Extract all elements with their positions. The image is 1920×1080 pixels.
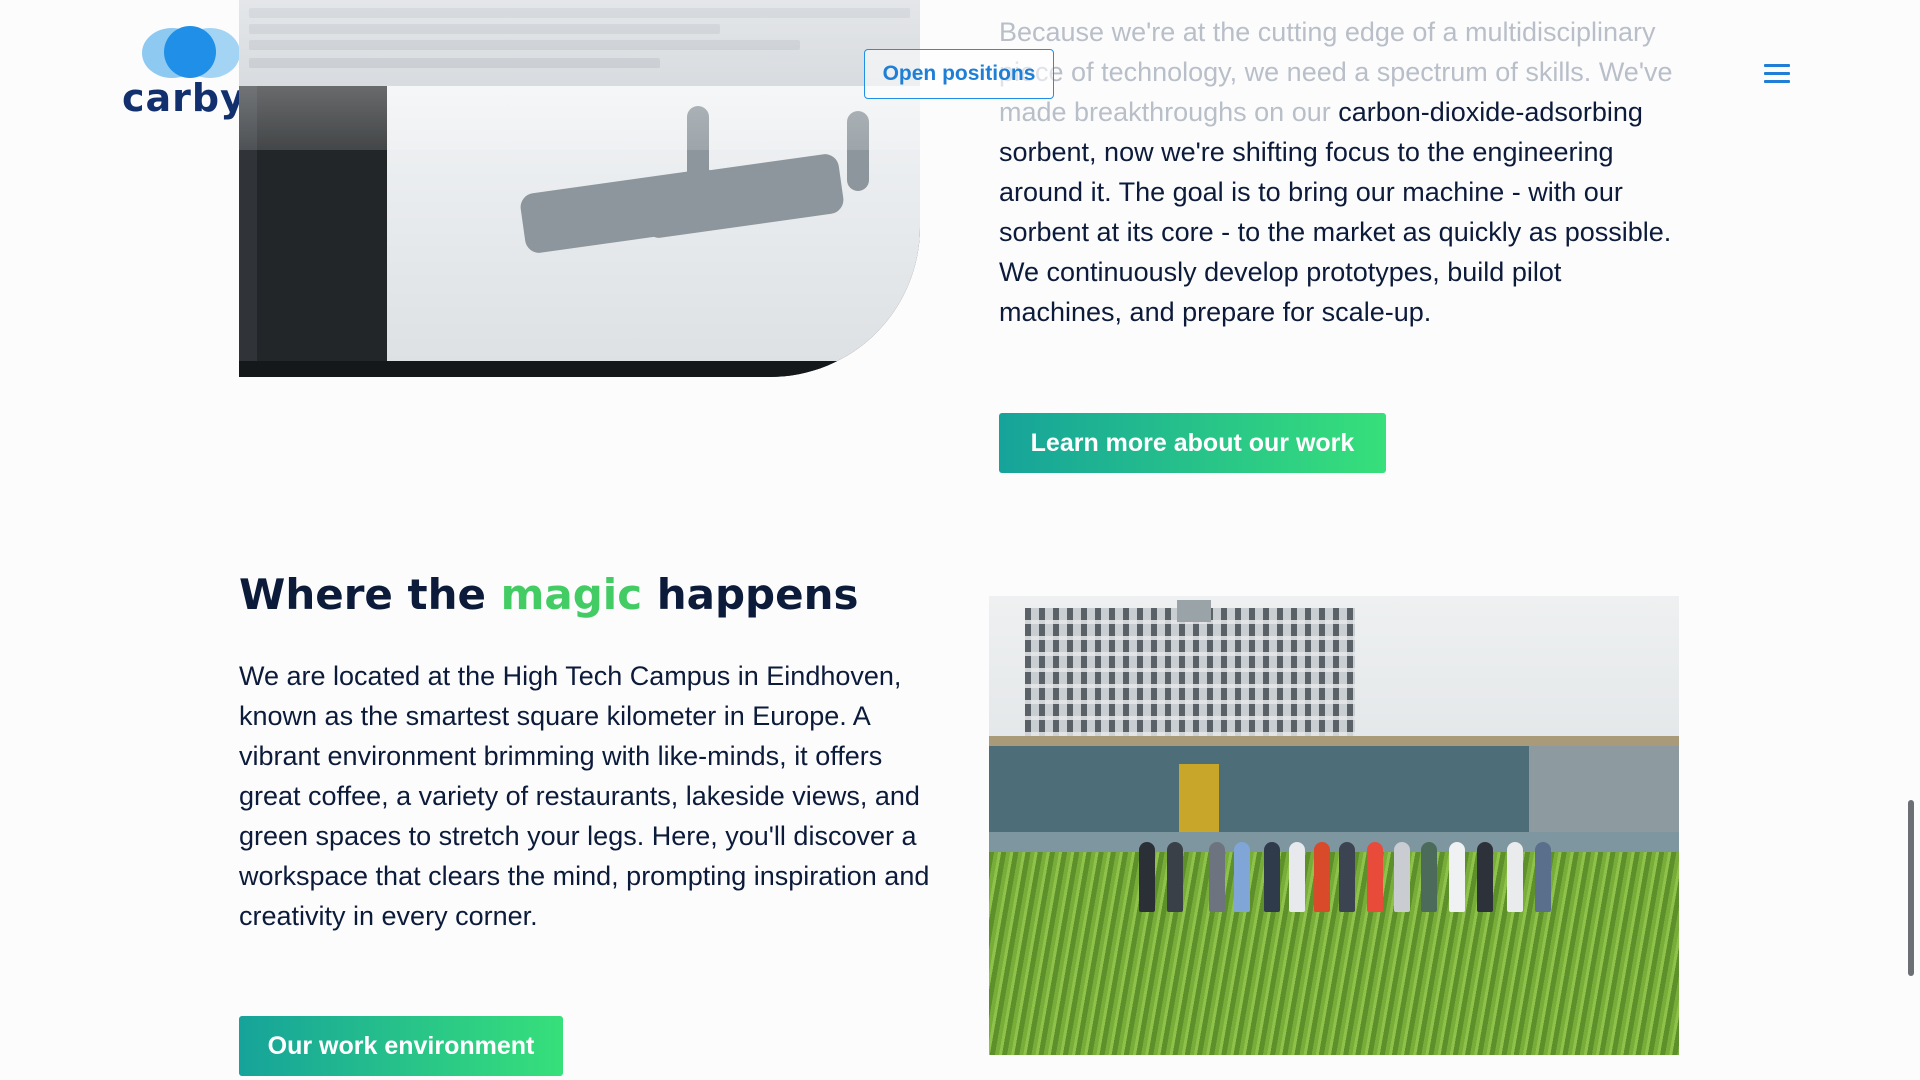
learn-more-button[interactable]: Learn more about our work <box>999 413 1386 473</box>
open-positions-button[interactable]: Open positions <box>864 49 1054 99</box>
section-title: Where the magic happens <box>239 570 858 619</box>
work-description: Because we're at the cutting edge of a m… <box>999 12 1689 332</box>
work-text-main: carbon-dioxide-adsorbing sorbent, now we… <box>999 97 1672 327</box>
page-scrollbar[interactable] <box>1908 800 1914 976</box>
cad-software-image <box>239 0 920 377</box>
work-environment-button[interactable]: Our work environment <box>239 1016 563 1076</box>
hamburger-menu-icon[interactable] <box>1764 64 1790 84</box>
campus-photo <box>989 596 1679 1055</box>
title-part-2: happens <box>642 570 859 619</box>
logo-circles-icon <box>142 26 242 78</box>
title-part-1: Where the <box>239 570 501 619</box>
title-accent: magic <box>500 570 643 619</box>
campus-description: We are located at the High Tech Campus i… <box>239 661 930 931</box>
